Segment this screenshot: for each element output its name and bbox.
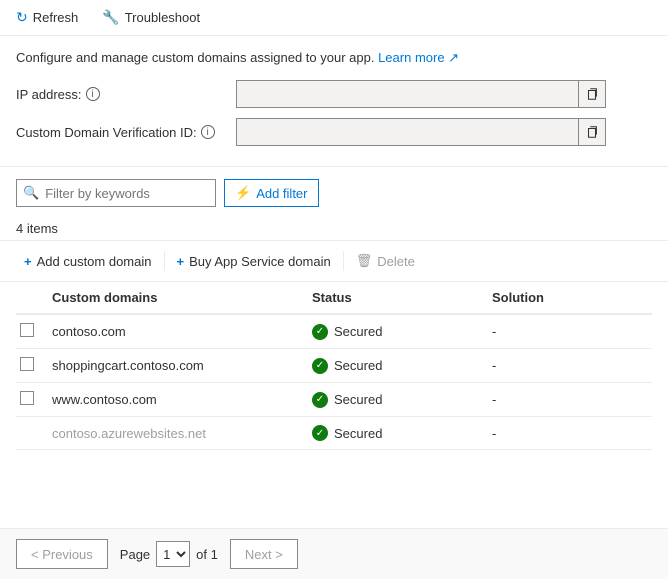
- row-solution-2: -: [488, 383, 652, 417]
- buy-app-service-domain-button[interactable]: + Buy App Service domain: [169, 250, 339, 273]
- row-checkbox-cell: [16, 314, 48, 349]
- row-solution-1: -: [488, 349, 652, 383]
- table-row: contoso.com✓ Secured -: [16, 314, 652, 349]
- status-icon-1: ✓: [312, 358, 328, 374]
- add-custom-domain-icon: +: [24, 254, 32, 269]
- footer: < Previous Page 1 of 1 Next >: [0, 528, 668, 579]
- add-filter-button[interactable]: ⚡ Add filter: [224, 179, 319, 207]
- row-status-2: ✓ Secured: [308, 383, 488, 417]
- ip-address-label: IP address: i: [16, 87, 236, 102]
- buy-domain-icon: +: [177, 254, 185, 269]
- status-text-1: Secured: [334, 358, 382, 373]
- previous-button[interactable]: < Previous: [16, 539, 108, 569]
- refresh-label: Refresh: [33, 10, 79, 25]
- row-checkbox-cell: [16, 417, 48, 450]
- learn-more-link[interactable]: Learn more ↗: [378, 50, 459, 65]
- troubleshoot-label: Troubleshoot: [125, 10, 200, 25]
- status-icon-0: ✓: [312, 324, 328, 340]
- action-separator-1: [164, 251, 165, 271]
- page-select[interactable]: 1: [156, 541, 190, 567]
- row-status-3: ✓ Secured: [308, 417, 488, 450]
- table-row: www.contoso.com✓ Secured -: [16, 383, 652, 417]
- search-input[interactable]: [45, 186, 209, 201]
- table-header-row: Custom domains Status Solution: [16, 282, 652, 314]
- troubleshoot-button[interactable]: 🔧 Troubleshoot: [98, 6, 204, 29]
- verification-id-info-icon[interactable]: i: [201, 125, 215, 139]
- action-separator-2: [343, 251, 344, 271]
- table-row: contoso.azurewebsites.net✓ Secured -: [16, 417, 652, 450]
- row-domain-2: www.contoso.com: [48, 383, 308, 417]
- row-status-0: ✓ Secured: [308, 314, 488, 349]
- page-label: Page 1 of 1: [120, 541, 218, 567]
- filter-icon: ⚡: [235, 185, 251, 201]
- ip-address-info-icon[interactable]: i: [86, 87, 100, 101]
- ip-address-row: IP address: i: [16, 80, 652, 108]
- action-bar: + Add custom domain + Buy App Service do…: [0, 240, 668, 282]
- col-checkbox: [16, 282, 48, 314]
- status-icon-2: ✓: [312, 392, 328, 408]
- refresh-icon: ↻: [16, 9, 28, 26]
- row-checkbox-1[interactable]: [20, 357, 34, 371]
- row-solution-0: -: [488, 314, 652, 349]
- row-checkbox-cell: [16, 349, 48, 383]
- delete-icon: 🗑: [356, 253, 373, 269]
- col-custom-domains: Custom domains: [48, 282, 308, 314]
- next-button[interactable]: Next >: [230, 539, 298, 569]
- verification-id-input[interactable]: [237, 125, 578, 140]
- row-domain-0: contoso.com: [48, 314, 308, 349]
- toolbar: ↻ Refresh 🔧 Troubleshoot: [0, 0, 668, 36]
- search-box: 🔍: [16, 179, 216, 207]
- verification-id-row: Custom Domain Verification ID: i: [16, 118, 652, 146]
- col-solution: Solution: [488, 282, 652, 314]
- delete-button[interactable]: 🗑 Delete: [348, 249, 423, 273]
- copy-icon: [585, 87, 599, 101]
- refresh-button[interactable]: ↻ Refresh: [12, 6, 82, 29]
- info-section: Configure and manage custom domains assi…: [0, 36, 668, 167]
- verification-id-label: Custom Domain Verification ID: i: [16, 125, 236, 140]
- domains-table-wrap: Custom domains Status Solution contoso.c…: [0, 282, 668, 450]
- ip-address-copy-button[interactable]: [578, 81, 605, 107]
- troubleshoot-icon: 🔧: [102, 9, 119, 26]
- info-description: Configure and manage custom domains assi…: [16, 50, 652, 66]
- ip-address-input-wrap: [236, 80, 606, 108]
- filter-row: 🔍 ⚡ Add filter: [16, 179, 652, 207]
- status-text-2: Secured: [334, 392, 382, 407]
- table-row: shoppingcart.contoso.com✓ Secured -: [16, 349, 652, 383]
- ip-address-input[interactable]: [237, 87, 578, 102]
- row-solution-3: -: [488, 417, 652, 450]
- row-domain-1: shoppingcart.contoso.com: [48, 349, 308, 383]
- copy-icon-2: [585, 125, 599, 139]
- filter-section: 🔍 ⚡ Add filter: [0, 167, 668, 215]
- row-domain-3: contoso.azurewebsites.net: [48, 417, 308, 450]
- row-status-1: ✓ Secured: [308, 349, 488, 383]
- row-checkbox-cell: [16, 383, 48, 417]
- domains-table: Custom domains Status Solution contoso.c…: [16, 282, 652, 450]
- status-text-0: Secured: [334, 324, 382, 339]
- status-text-3: Secured: [334, 426, 382, 441]
- status-icon-3: ✓: [312, 425, 328, 441]
- items-count: 4 items: [0, 215, 668, 240]
- add-custom-domain-button[interactable]: + Add custom domain: [16, 250, 160, 273]
- row-checkbox-2[interactable]: [20, 391, 34, 405]
- row-checkbox-0[interactable]: [20, 323, 34, 337]
- verification-id-input-wrap: [236, 118, 606, 146]
- verification-id-copy-button[interactable]: [578, 119, 605, 145]
- col-status: Status: [308, 282, 488, 314]
- search-icon: 🔍: [23, 185, 39, 201]
